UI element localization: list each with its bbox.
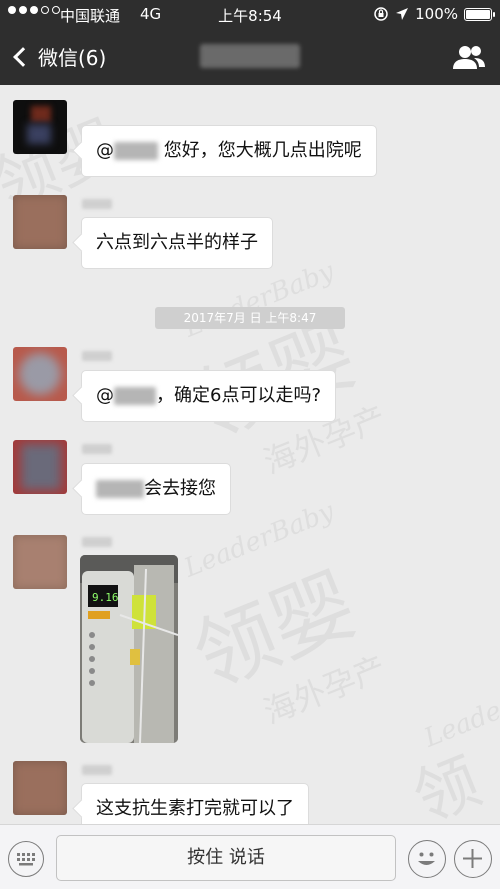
sender-name [82,765,112,775]
location-arrow-icon [396,8,409,20]
sender-name [82,537,112,547]
avatar[interactable] [13,761,67,815]
message-bubble[interactable]: 六点到六点半的样子 [81,217,273,269]
emoji-icon[interactable] [408,840,446,878]
battery-percent: 100% [415,5,458,23]
redacted-mention [114,387,156,405]
rotation-lock-icon [374,7,388,21]
infusion-pump-photo[interactable]: 9.16 [80,555,178,743]
sender-name [82,444,112,454]
chevron-left-icon [13,46,33,67]
status-bar: 中国联通 4G 上午8:54 100% [0,0,500,28]
avatar[interactable] [13,100,67,154]
avatar[interactable] [13,440,67,494]
back-button[interactable]: 微信(6) [10,42,106,71]
avatar[interactable] [13,347,67,401]
back-label: 微信(6) [38,46,107,70]
redacted-name [96,480,144,498]
avatar[interactable] [13,195,67,249]
sender-name [82,351,112,361]
message-bubble[interactable]: @ 您好，您大概几点出院呢 [81,125,377,177]
avatar[interactable] [13,535,67,589]
plus-icon[interactable] [454,840,492,878]
battery-icon [464,7,495,21]
redacted-mention [114,142,158,160]
message-timestamp: 2017年7月 日 上午8:47 [155,307,345,329]
svg-text:9.16: 9.16 [92,591,119,604]
keyboard-icon[interactable] [8,841,44,877]
message-bubble[interactable]: 会去接您 [81,463,231,515]
input-bar: 按住 说话 [0,824,500,889]
nav-bar: 微信(6) [0,28,500,85]
chat-area[interactable]: 领婴 LeaderBaby 领婴 海外孕产 LeaderBaby 领婴 海外孕产… [0,85,500,824]
message-bubble[interactable]: @ ，确定6点可以走吗? [81,370,337,422]
message-bubble[interactable]: 这支抗生素打完就可以了 [81,783,309,824]
watermark-logo: 领婴 LeaderBaby 领婴 海外孕产 LeaderBaby 领婴 海外孕产… [0,108,500,824]
hold-to-talk-button[interactable]: 按住 说话 [56,835,396,881]
group-people-icon[interactable] [452,44,486,70]
sender-name [82,199,112,209]
chat-title-blurred [200,44,300,68]
